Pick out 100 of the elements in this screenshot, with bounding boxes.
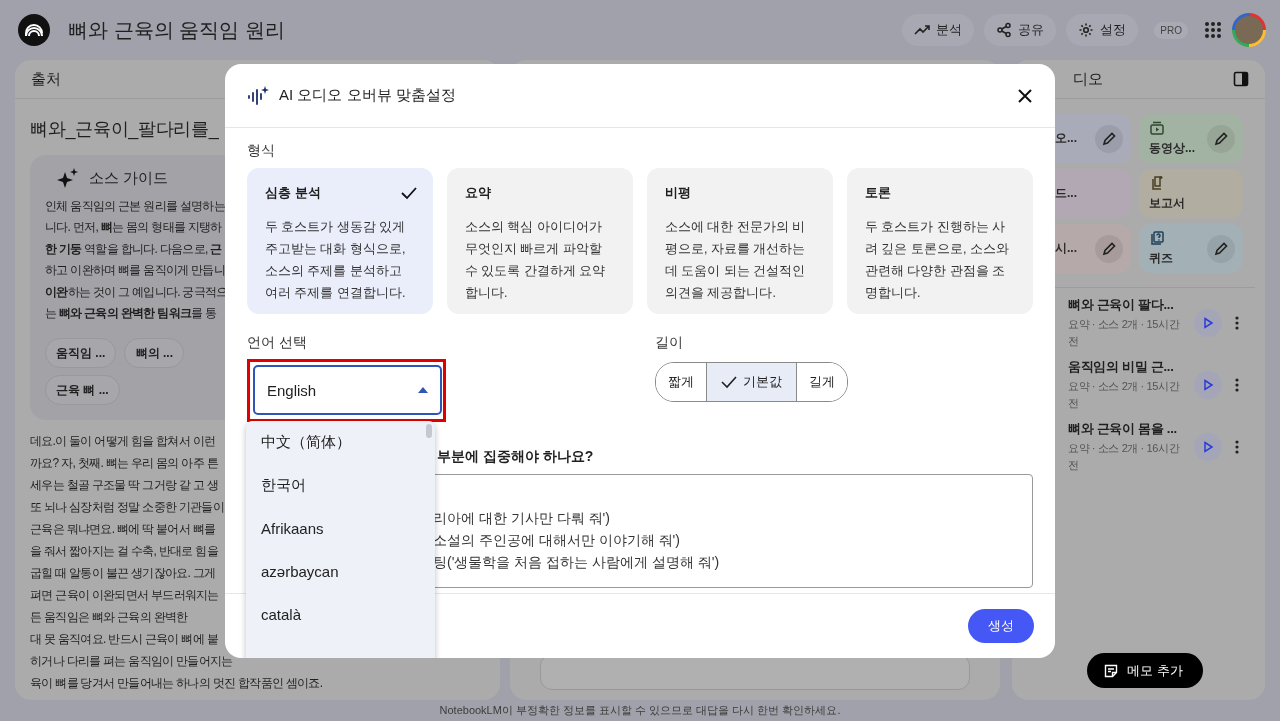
section-label: 형식 (247, 142, 276, 160)
format-title: 토론 (865, 184, 891, 202)
format-title: 비평 (665, 184, 691, 202)
pencil-icon (1213, 240, 1229, 257)
share-icon (996, 22, 1013, 38)
note-icon (1103, 662, 1119, 679)
format-option[interactable]: 비평 소스에 대한 전문가의 비평으로, 자료를 개선하는 데 도움이 되는 건설적인 의견을 제공합니다. (647, 168, 833, 314)
source-text-line: 든 움직임은 뼈와 근육의 완벽한 (30, 609, 188, 627)
length-option[interactable]: 짧게 (656, 363, 707, 401)
note-title[interactable]: 움직임의 비밀 근... (1068, 358, 1186, 376)
guide-summary-line: 니다. 먼저, 뼈는 몸의 형태를 지탱하 (45, 219, 222, 237)
note-meta: 요약 · 소스 2개 · 15시간 전 (1068, 317, 1181, 349)
source-text-line: 육이 뼈를 당겨서 만들어내는 하나의 멋진 합작품인 셈이죠. (30, 675, 323, 693)
close-icon[interactable] (1017, 87, 1033, 104)
edit-button[interactable] (1095, 124, 1123, 153)
source-text-line: 근육은 뭐냐면요. 뼈에 딱 붙어서 뼈를 (30, 521, 216, 539)
length-option[interactable]: 기본값 (707, 363, 797, 401)
play-button[interactable] (1194, 433, 1222, 461)
panel-title: 디오 (1072, 69, 1104, 89)
play-icon (1202, 317, 1214, 329)
play-icon (1202, 441, 1214, 453)
note-title[interactable]: 뼈와 근육이 몸을 ... (1068, 420, 1186, 438)
topic-chip[interactable]: 근육 뼈 ... (45, 375, 120, 406)
pencil-icon (1213, 130, 1229, 147)
source-title: 뼈와_근육이_팔다리를_ (30, 118, 219, 141)
studio-tile[interactable]: 동영상... (1139, 114, 1243, 163)
apps-icon[interactable] (1204, 21, 1222, 39)
play-button[interactable] (1194, 309, 1222, 337)
note-meta: 요약 · 소스 2개 · 15시간 전 (1068, 379, 1181, 411)
check-icon (401, 186, 417, 200)
studio-tile[interactable]: 퀴즈 (1139, 224, 1243, 273)
analytics-button[interactable]: 분석 (902, 14, 975, 46)
share-button[interactable]: 공유 (984, 14, 1057, 46)
source-text-line: 대 못 움직여요. 반드시 근육이 뼈에 붙 (30, 631, 218, 649)
sparkle-icon (57, 168, 79, 188)
format-title: 심층 분석 (265, 184, 321, 202)
source-text-line: 펴면 근육이 이완되면서 부드러워지는 (30, 587, 219, 605)
source-text-line: 또 뇌나 심장처럼 정말 소중한 기관들이 (30, 499, 224, 517)
tile-label: 퀴즈 (1149, 250, 1174, 267)
guide-summary-line: 는 뼈와 근육의 완벽한 팀워크를 통 (45, 305, 217, 323)
section-label: 길이 (655, 334, 684, 352)
pencil-icon (1101, 130, 1117, 147)
pro-badge: PRO (1154, 21, 1188, 39)
tile-label: 보고서 (1149, 195, 1186, 212)
format-description: 두 호스트가 진행하는 사려 깊은 토론으로, 소스와 관련해 다양한 관점을 조명합니다. (865, 219, 1010, 302)
generate-button[interactable]: 생성 (968, 609, 1034, 643)
language-select[interactable]: English (253, 365, 442, 415)
guide-summary-line: 이완하는 것이 그 예입니다. 궁극적으 (45, 283, 228, 301)
scrollbar-thumb[interactable] (426, 424, 432, 438)
format-option[interactable]: 심층 분석 두 호스트가 생동감 있게 주고받는 대화 형식으로, 소스의 주제를 분석하고 여러 주제를 연결합니다. (247, 168, 433, 314)
video-icon (1149, 120, 1165, 136)
tile-label: 시... (1055, 240, 1078, 257)
note-title[interactable]: 뼈와 근육이 팔다... (1068, 296, 1186, 314)
play-icon (1202, 379, 1214, 391)
pencil-icon (1101, 240, 1117, 257)
guide-summary-line: 한 기둥 역할을 합니다. 다음으로, 근 (45, 240, 222, 258)
source-text-line: 굽힐 때 알통이 불끈 생기잖아요. 그게 (30, 565, 216, 583)
topic-chip[interactable]: 움직임 ... (45, 338, 117, 369)
edit-button[interactable] (1095, 234, 1123, 263)
edit-button[interactable] (1207, 234, 1235, 263)
settings-icon (1078, 22, 1095, 38)
format-description: 소스에 대한 전문가의 비평으로, 자료를 개선하는 데 도움이 되는 건설적인 의견을 제공합니다. (665, 219, 807, 302)
tile-label: 동영상... (1149, 140, 1196, 157)
tile-label: 드... (1055, 185, 1078, 202)
panel-toggle-icon[interactable] (1233, 71, 1249, 87)
guide-title: 소스 가이드 (89, 168, 169, 188)
guide-summary-line: 하고 이완하며 뼈를 움직이게 만듭니 (45, 262, 226, 280)
studio-tile[interactable]: 보고서 (1139, 169, 1243, 218)
language-option[interactable]: català (246, 593, 435, 636)
caret-icon (418, 387, 428, 393)
notebook-title: 뼈와 근육의 움직임 원리 (68, 17, 286, 43)
settings-button[interactable]: 설정 (1066, 14, 1139, 46)
guide-summary-line: 인체 움직임의 근본 원리를 설명하는 (45, 198, 226, 215)
logo-icon[interactable] (18, 14, 50, 46)
format-description: 소스의 핵심 아이디어가 무엇인지 빠르게 파악할 수 있도록 간결하게 요약합니다. (465, 219, 607, 302)
audio-sparkle-icon (247, 84, 269, 107)
check-icon (721, 375, 737, 389)
format-title: 요약 (465, 184, 491, 202)
avatar[interactable] (1232, 13, 1266, 47)
language-option[interactable]: Afrikaans (246, 507, 435, 550)
focus-label: 부분에 집중해야 하나요? (437, 448, 595, 466)
source-text-line: 데요.이 둘이 어떻게 힘을 합쳐서 이런 (30, 433, 216, 451)
source-text-line: 히거나 다리를 펴는 움직임이 만들어지는 (30, 653, 233, 671)
add-note-button[interactable]: 메모 추가 (1087, 653, 1203, 688)
panel-title: 출처 (31, 69, 61, 89)
tile-label: 오... (1055, 130, 1078, 147)
language-option[interactable]: 中文（简体） (246, 421, 435, 464)
topic-chip[interactable]: 뼈의 ... (124, 338, 185, 369)
note-meta: 요약 · 소스 2개 · 16시간 전 (1068, 441, 1181, 473)
source-text-line: 세우는 철골 구조물 딱 그거랑 같 고 생 (30, 477, 218, 495)
section-label: 언어 선택 (247, 334, 308, 352)
report-icon (1149, 175, 1165, 191)
play-button[interactable] (1194, 371, 1222, 399)
dialog-title: AI 오디오 오버뷰 맞춤설정 (279, 86, 457, 105)
edit-button[interactable] (1207, 124, 1235, 153)
format-option[interactable]: 토론 두 호스트가 진행하는 사려 깊은 토론으로, 소스와 관련해 다양한 관점을 조명합니다. (847, 168, 1033, 314)
disclaimer: NotebookLM이 부정확한 정보를 표시할 수 있으므로 대답을 다시 한번 확인하세요. (438, 703, 842, 718)
source-text-line: 을 줘서 짧아지는 걸 수축, 반대로 힘을 (30, 543, 218, 561)
format-option[interactable]: 요약 소스의 핵심 아이디어가 무엇인지 빠르게 파악할 수 있도록 간결하게 요약합니다. (447, 168, 633, 314)
source-text-line: 까요? 자, 첫째. 뼈는 우리 몸의 아주 튼 (30, 455, 218, 473)
